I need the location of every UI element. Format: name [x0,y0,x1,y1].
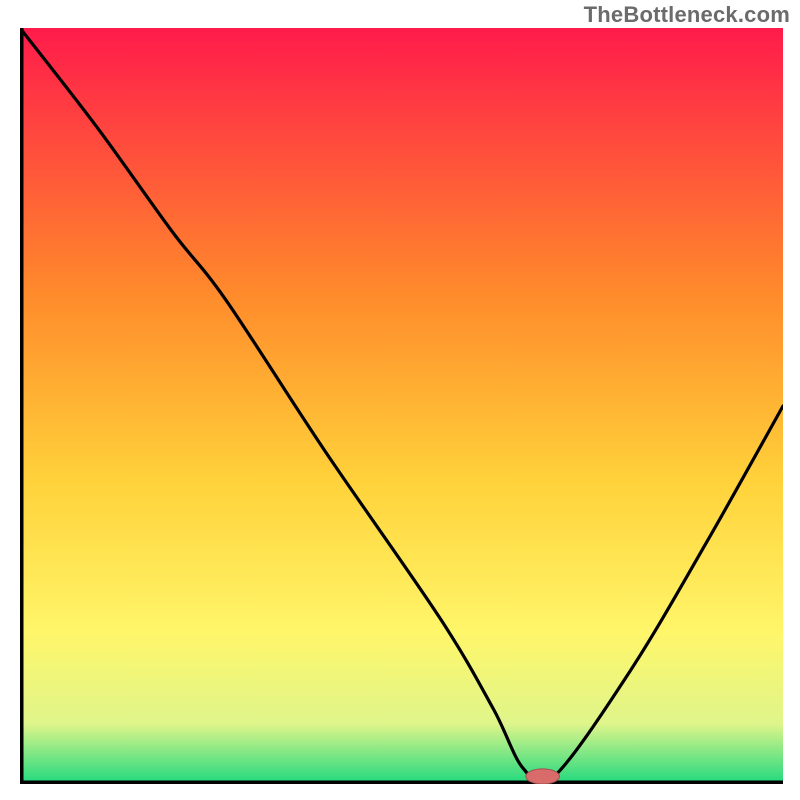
chart-container: TheBottleneck.com [0,0,800,800]
watermark-text: TheBottleneck.com [584,2,790,28]
gradient-background [20,28,783,784]
chart-svg [20,28,783,784]
plot-area [20,28,783,784]
min-marker [526,769,560,784]
